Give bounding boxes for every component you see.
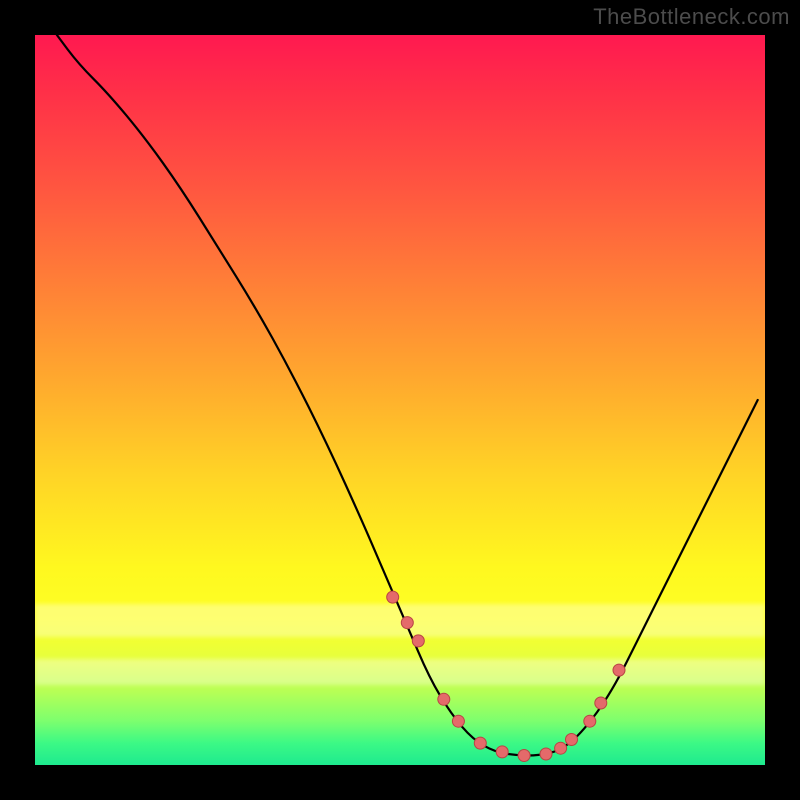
data-point: [566, 734, 578, 746]
dots-group: [387, 591, 625, 761]
data-point: [518, 750, 530, 762]
data-point: [595, 697, 607, 709]
data-point: [452, 715, 464, 727]
chart-svg: [35, 35, 765, 765]
data-point: [540, 748, 552, 760]
watermark-text: TheBottleneck.com: [593, 4, 790, 30]
data-point: [387, 591, 399, 603]
data-point: [474, 737, 486, 749]
data-point: [584, 715, 596, 727]
plot-area: [35, 35, 765, 765]
data-point: [555, 742, 567, 754]
data-point: [401, 617, 413, 629]
curve-path: [57, 35, 758, 756]
data-point: [412, 635, 424, 647]
data-point: [496, 746, 508, 758]
chart-stage: TheBottleneck.com: [0, 0, 800, 800]
data-point: [613, 664, 625, 676]
data-point: [438, 693, 450, 705]
